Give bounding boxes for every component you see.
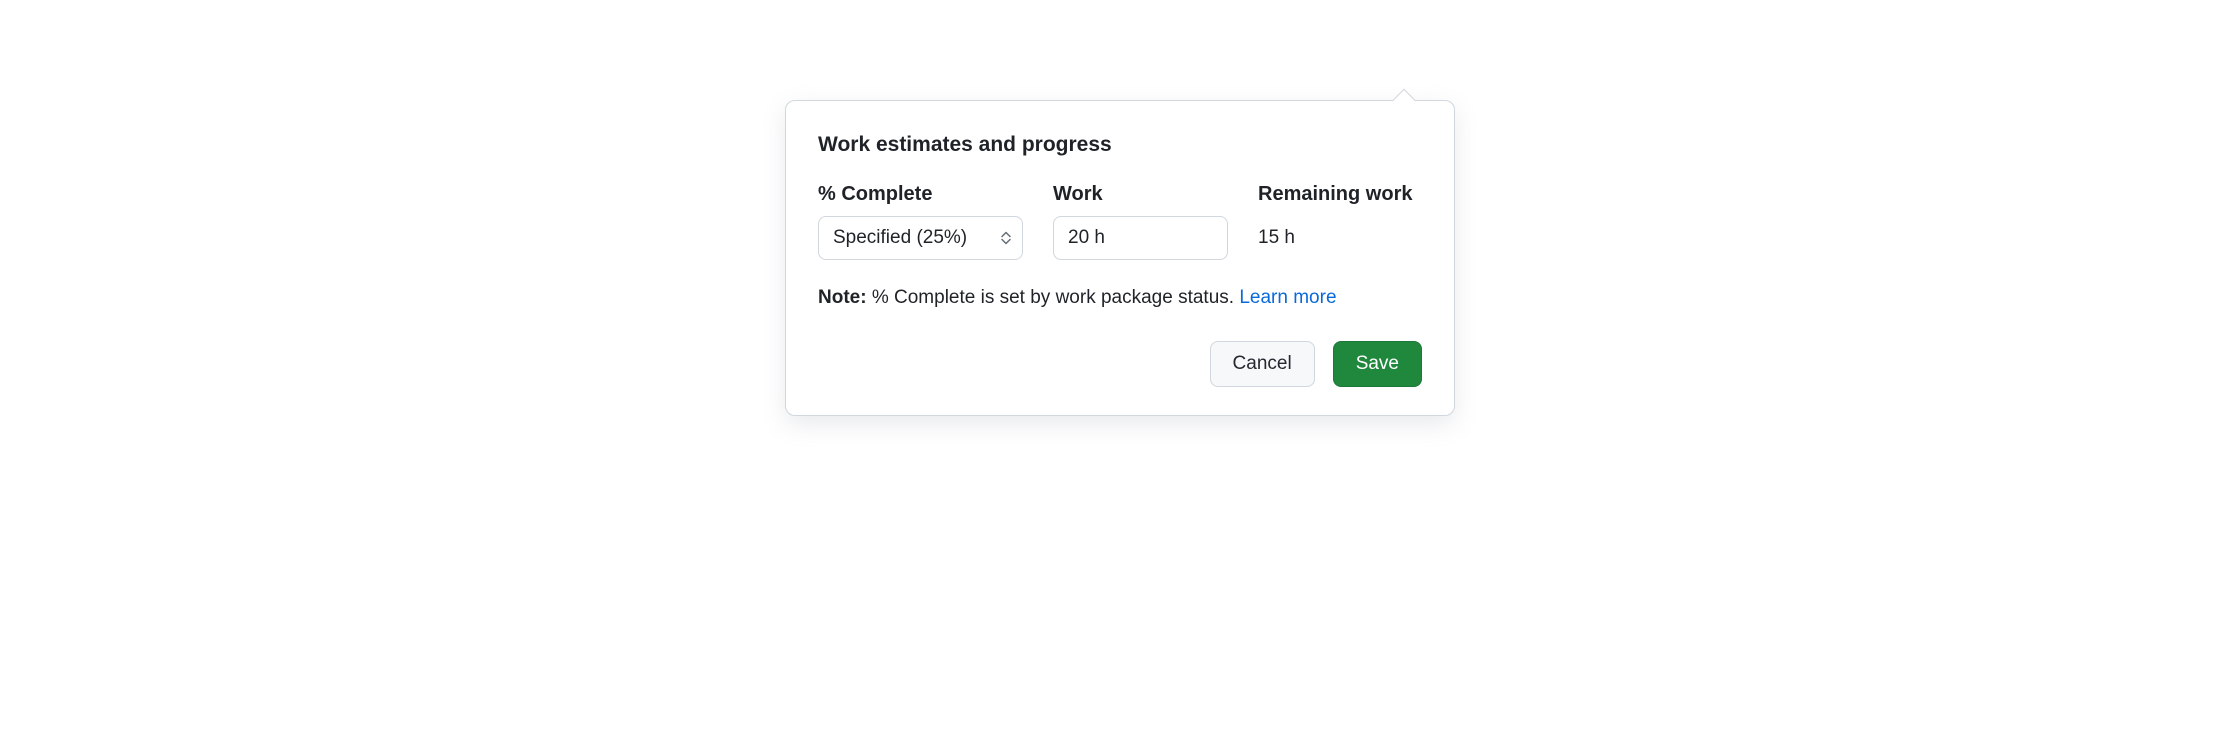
remaining-work-field: Remaining work 15 h [1258,183,1412,260]
work-estimates-popover: Work estimates and progress % Complete W… [785,100,1455,416]
percent-complete-select[interactable] [818,216,1023,260]
percent-complete-field: % Complete [818,183,1023,260]
popover-arrow [1393,89,1416,112]
note-row: Note: % Complete is set by work package … [818,284,1422,313]
remaining-work-label: Remaining work [1258,183,1412,206]
fields-row: % Complete Work Remaining work 15 h [818,183,1422,260]
note-text: % Complete is set by work package status… [867,287,1240,308]
cancel-button[interactable]: Cancel [1210,341,1315,387]
popover-title: Work estimates and progress [818,133,1422,157]
percent-complete-label: % Complete [818,183,1023,206]
note-label: Note: [818,287,867,308]
work-input[interactable] [1053,216,1228,260]
remaining-work-value: 15 h [1258,216,1412,260]
percent-complete-select-wrapper [818,216,1023,260]
actions-row: Cancel Save [818,341,1422,387]
save-button[interactable]: Save [1333,341,1422,387]
work-label: Work [1053,183,1228,206]
work-field: Work [1053,183,1228,260]
learn-more-link[interactable]: Learn more [1239,287,1336,308]
